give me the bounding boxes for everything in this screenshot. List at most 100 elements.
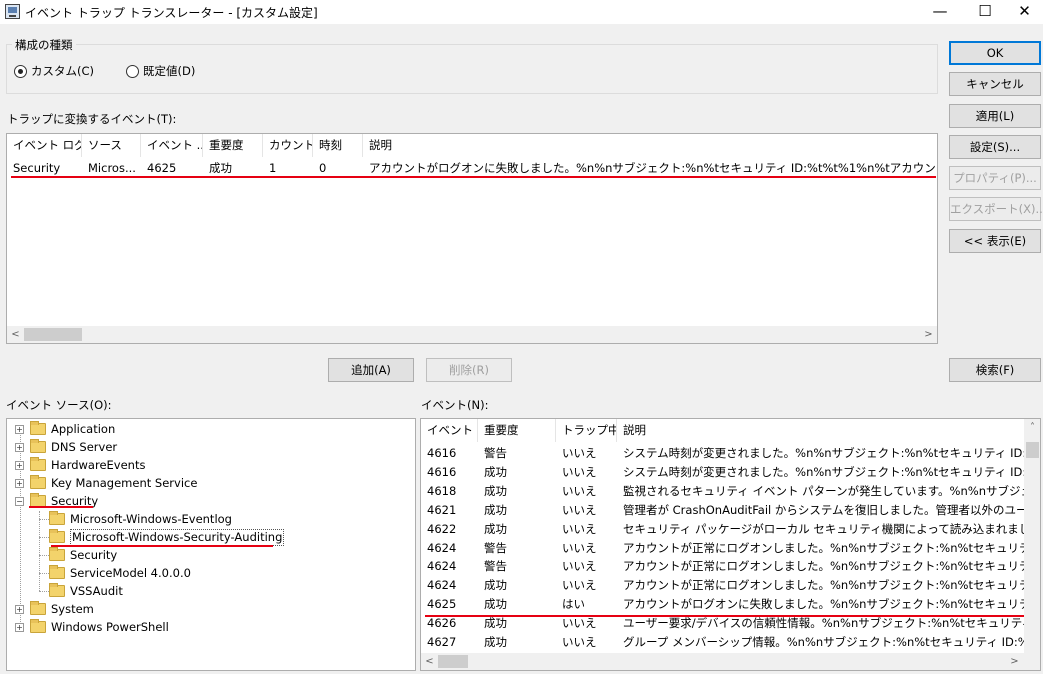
- tree-item[interactable]: + Key Management Service: [15, 474, 197, 492]
- events-hscrollbar[interactable]: < >: [421, 653, 1040, 670]
- properties-button[interactable]: プロパティ(P)...: [949, 166, 1041, 190]
- col-event-id[interactable]: イベント ...: [421, 419, 478, 442]
- event-sources-tree[interactable]: + Application + DNS Server + HardwareEve…: [6, 418, 416, 671]
- tree-item[interactable]: + System: [15, 600, 94, 618]
- events-list[interactable]: イベント ... 重要度 トラップ中 説明 4616警告いいえシステム時刻が変更…: [420, 418, 1041, 671]
- minimize-icon[interactable]: —: [917, 0, 963, 24]
- tree-item[interactable]: + DNS Server: [15, 438, 117, 456]
- tree-item-label: Microsoft-Windows-Eventlog: [70, 512, 232, 526]
- folder-icon: [30, 421, 46, 435]
- table-row[interactable]: 4624 成功 いいえ アカウントが正常にログオンしました。%n%nサブジェクト:%n…: [421, 576, 1024, 595]
- table-row[interactable]: 4621 成功 いいえ 管理者が CrashOnAuditFail からシステムを復旧…: [421, 501, 1024, 520]
- folder-icon: [30, 619, 46, 633]
- expand-icon[interactable]: +: [15, 460, 24, 470]
- settings-button[interactable]: 設定(S)...: [949, 135, 1041, 159]
- export-button[interactable]: エクスポート(X)...: [949, 197, 1043, 221]
- folder-icon: [49, 583, 65, 597]
- cell-description: アカウントが正常にログオンしました。%n%nサブジェクト:%n%tセキュリティ …: [623, 578, 1024, 593]
- cell-severity: 成功: [484, 597, 507, 612]
- cell-trapped: いいえ: [562, 446, 597, 460]
- add-button[interactable]: 追加(A): [328, 358, 414, 382]
- col-description[interactable]: 説明: [617, 419, 1027, 442]
- col-event-id[interactable]: イベント ...: [141, 134, 203, 157]
- cell-event-id: 4616: [427, 464, 457, 479]
- cell-trapped: いいえ: [562, 578, 597, 593]
- annotation-underline: [425, 615, 1025, 617]
- expand-icon[interactable]: +: [15, 622, 24, 632]
- config-type-legend: 構成の種類: [12, 37, 76, 53]
- trap-events-label: トラップに変換するイベント(T):: [7, 112, 177, 126]
- cell-description: システム時刻が変更されました。%n%nサブジェクト:%n%tセキュリティ ID:…: [623, 464, 1024, 479]
- col-trapped[interactable]: トラップ中: [556, 419, 617, 442]
- cell-event-id: 4624: [427, 559, 457, 574]
- table-row[interactable]: 4622 成功 いいえ セキュリティ パッケージがローカル セキュリティ機関によって読…: [421, 520, 1024, 539]
- tree-item[interactable]: Security: [49, 546, 117, 564]
- tree-item-label: Application: [51, 422, 116, 436]
- tree-item[interactable]: + Application: [15, 420, 115, 438]
- events-list-header: イベント ... 重要度 トラップ中 説明: [421, 419, 1040, 442]
- scroll-thumb[interactable]: [1026, 442, 1039, 458]
- radio-checked-icon[interactable]: [14, 64, 27, 78]
- collapse-icon[interactable]: −: [15, 496, 24, 506]
- tree-item[interactable]: + HardwareEvents: [15, 456, 145, 474]
- cell-event-id: 4618: [427, 483, 457, 498]
- scroll-thumb[interactable]: [438, 655, 468, 668]
- display-toggle-button[interactable]: << 表示(E): [949, 229, 1041, 253]
- col-severity[interactable]: 重要度: [203, 134, 263, 157]
- radio-custom-label: カスタム(C): [31, 64, 95, 78]
- close-icon[interactable]: ✕: [1006, 0, 1043, 24]
- radio-custom[interactable]: カスタム(C): [14, 63, 94, 79]
- table-row[interactable]: 4627 成功 いいえ グループ メンバーシップ情報。%n%nサブジェクト:%n%tセ…: [421, 633, 1024, 652]
- folder-icon: [30, 601, 46, 615]
- trap-list-hscrollbar[interactable]: < >: [7, 326, 937, 343]
- scroll-right-icon[interactable]: >: [920, 326, 937, 343]
- table-row[interactable]: 4624 警告 いいえ アカウントが正常にログオンしました。%n%nサブジェクト:%n…: [421, 539, 1024, 558]
- trap-events-list[interactable]: イベント ログ ソース イベント ... 重要度 カウント 時刻 説明 Secu…: [6, 133, 938, 344]
- radio-default-label: 既定値(D): [143, 64, 196, 78]
- table-row[interactable]: 4616 成功 いいえ システム時刻が変更されました。%n%nサブジェクト:%n%tセ…: [421, 463, 1024, 482]
- scroll-left-icon[interactable]: <: [421, 653, 438, 670]
- scroll-left-icon[interactable]: <: [7, 326, 24, 343]
- scroll-up-icon[interactable]: ˄: [1024, 419, 1040, 436]
- scroll-thumb[interactable]: [24, 328, 82, 341]
- cell-event-id: 4624: [427, 578, 457, 593]
- events-vscrollbar[interactable]: ˄: [1024, 419, 1040, 653]
- tree-item-label: VSSAudit: [70, 584, 123, 598]
- cell-trapped: いいえ: [562, 559, 597, 574]
- col-time[interactable]: 時刻: [313, 134, 363, 157]
- remove-button[interactable]: 削除(R): [426, 358, 512, 382]
- events-label: イベント(N):: [421, 398, 489, 412]
- radio-default[interactable]: 既定値(D): [126, 63, 195, 79]
- tree-item[interactable]: Microsoft-Windows-Eventlog: [49, 510, 232, 528]
- cell-trapped: いいえ: [562, 635, 597, 649]
- tree-item[interactable]: + Windows PowerShell: [15, 618, 169, 636]
- tree-item[interactable]: ServiceModel 4.0.0.0: [49, 564, 191, 582]
- expand-icon[interactable]: +: [15, 478, 24, 488]
- table-row[interactable]: 4624 警告 いいえ アカウントが正常にログオンしました。%n%nサブジェクト:%n…: [421, 557, 1024, 576]
- col-event-log[interactable]: イベント ログ: [7, 134, 82, 157]
- maximize-icon[interactable]: ☐: [962, 0, 1008, 24]
- tree-item[interactable]: VSSAudit: [49, 582, 123, 600]
- ok-button[interactable]: OK: [949, 41, 1041, 65]
- app-icon: [5, 4, 20, 19]
- table-row[interactable]: 4618 成功 いいえ 監視されるセキュリティ イベント パターンが発生しています。%…: [421, 482, 1024, 501]
- radio-unchecked-icon[interactable]: [126, 64, 139, 78]
- search-button[interactable]: 検索(F): [949, 358, 1041, 382]
- cancel-button[interactable]: キャンセル: [949, 72, 1041, 96]
- expand-icon[interactable]: +: [15, 442, 24, 452]
- col-count[interactable]: カウント: [263, 134, 313, 157]
- expand-icon[interactable]: +: [15, 424, 24, 434]
- cell-description: アカウントが正常にログオンしました。%n%nサブジェクト:%n%tセキュリティ …: [623, 559, 1024, 574]
- tree-item-label: System: [51, 602, 94, 616]
- expand-icon[interactable]: +: [15, 604, 24, 614]
- col-description[interactable]: 説明: [363, 134, 937, 157]
- col-severity[interactable]: 重要度: [478, 419, 556, 442]
- apply-button[interactable]: 適用(L): [949, 104, 1041, 128]
- scroll-right-icon[interactable]: >: [1006, 653, 1023, 670]
- tree-item-label: Windows PowerShell: [51, 620, 169, 634]
- cell-event-id: 4627: [427, 635, 457, 649]
- tree-item-selected[interactable]: Microsoft-Windows-Security-Auditing: [49, 528, 285, 546]
- col-source[interactable]: ソース: [82, 134, 141, 157]
- table-row[interactable]: 4625 成功 はい アカウントがログオンに失敗しました。%n%nサブジェクト:%n%…: [421, 595, 1024, 614]
- table-row[interactable]: 4616 警告 いいえ システム時刻が変更されました。%n%nサブジェクト:%n%tセ…: [421, 444, 1024, 463]
